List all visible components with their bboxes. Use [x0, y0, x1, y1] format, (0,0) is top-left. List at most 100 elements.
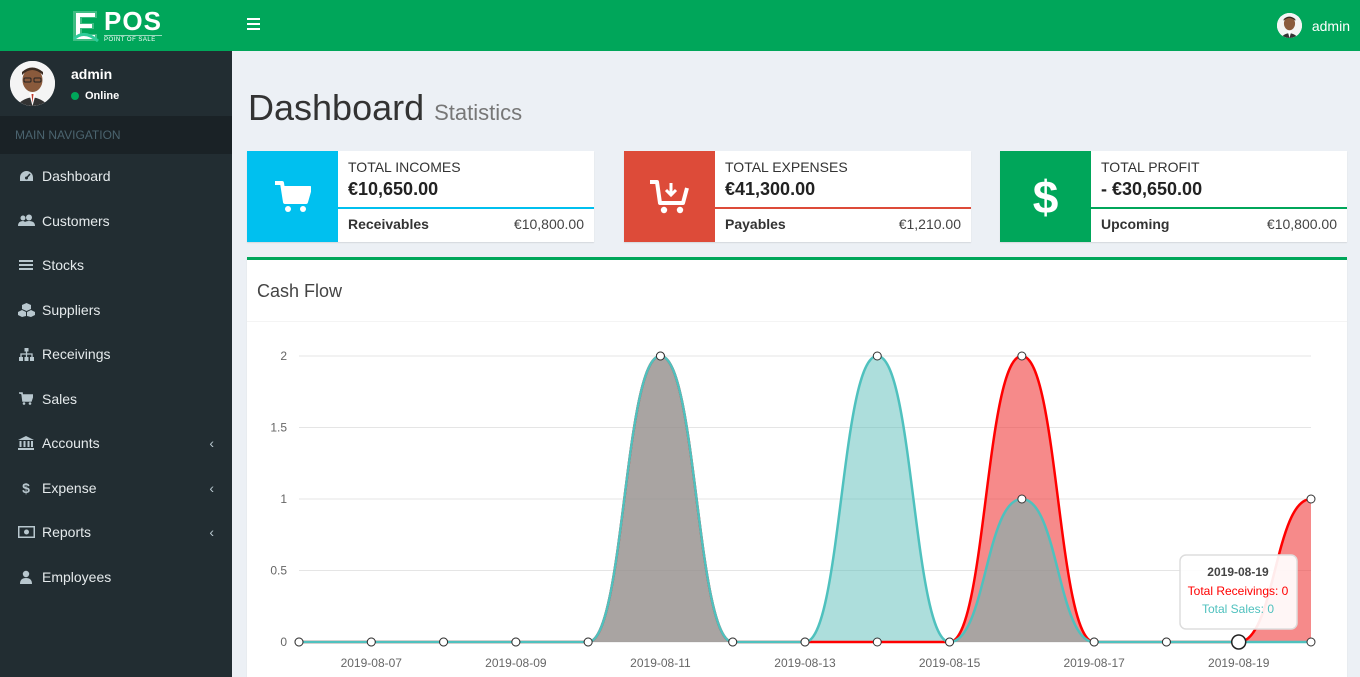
data-point — [1161, 637, 1171, 647]
cart-arrow-down-icon — [624, 151, 715, 242]
x-tick-label: 2019-08-19 — [1208, 656, 1270, 670]
sidebar-item-label: Sales — [42, 390, 78, 407]
upcoming-label: Upcoming — [1101, 216, 1170, 232]
tooltip-date: 2019-08-19 — [1207, 565, 1269, 579]
logo-icon — [72, 10, 100, 42]
profit-label: TOTAL PROFIT — [1101, 159, 1200, 175]
x-tick-label: 2019-08-07 — [341, 656, 403, 670]
avatar — [1276, 13, 1302, 38]
bank-icon — [17, 436, 35, 451]
page-title: Dashboard — [248, 87, 425, 128]
sidebar-item-label: Expense — [42, 479, 97, 496]
tooltip-sales: Total Sales: 0 — [1202, 602, 1274, 616]
data-point — [511, 637, 521, 647]
sidebar-item-label: Accounts — [42, 435, 100, 452]
list-icon — [17, 259, 35, 271]
sidebar-item-expense[interactable]: $ Expense ‹ — [0, 466, 232, 511]
chevron-left-icon: ‹ — [209, 479, 214, 496]
data-point — [872, 637, 882, 647]
menu-toggle-icon[interactable] — [247, 18, 260, 30]
user-panel: admin Online — [0, 51, 232, 116]
incomes-divider — [338, 207, 594, 209]
y-tick-label: 0 — [280, 635, 287, 649]
dollar-icon: $ — [1000, 151, 1091, 242]
receivables-label: Receivables — [348, 216, 429, 232]
data-point — [728, 637, 738, 647]
chevron-left-icon: ‹ — [209, 435, 214, 452]
sidebar-item-label: Dashboard — [42, 168, 111, 185]
top-navbar: admin — [232, 0, 1360, 51]
sidebar-item-dashboard[interactable]: Dashboard — [0, 154, 232, 199]
sidebar-item-reports[interactable]: Reports ‹ — [0, 510, 232, 555]
data-point — [294, 637, 304, 647]
highlighted-point — [1230, 634, 1247, 650]
expenses-value: €41,300.00 — [725, 179, 816, 199]
sidebar-item-label: Stocks — [42, 257, 85, 274]
avatar — [10, 61, 55, 106]
top-user-name: admin — [1311, 17, 1350, 34]
chevron-left-icon: ‹ — [209, 524, 214, 541]
payables-label: Payables — [725, 216, 786, 232]
x-tick-label: 2019-08-17 — [1063, 656, 1125, 670]
data-point — [1017, 351, 1027, 361]
incomes-label: TOTAL INCOMES — [348, 159, 461, 175]
sidebar-item-label: Employees — [42, 568, 112, 585]
avatar-icon — [10, 61, 55, 106]
user-status: Online — [71, 90, 119, 102]
data-point — [583, 637, 593, 647]
status-text: Online — [85, 89, 120, 102]
data-point — [439, 637, 449, 647]
sidebar-item-employees[interactable]: Employees — [0, 555, 232, 600]
logo[interactable]: POS POINT OF SALE — [70, 8, 162, 43]
sidebar-item-receivings[interactable]: Receivings — [0, 332, 232, 377]
y-tick-label: 1 — [280, 492, 287, 506]
cart-icon — [17, 392, 35, 406]
x-tick-label: 2019-08-13 — [774, 656, 836, 670]
sidebar-item-customers[interactable]: Customers — [0, 199, 232, 244]
sidebar-item-label: Receivings — [42, 346, 111, 363]
upcoming-value: €10,800.00 — [1266, 216, 1337, 232]
x-tick-label: 2019-08-15 — [919, 656, 981, 670]
logo-subtitle: POINT OF SALE — [104, 35, 162, 43]
sidebar-item-stocks[interactable]: Stocks — [0, 243, 232, 288]
sidebar-item-label: Customers — [42, 212, 110, 229]
y-tick-label: 1.5 — [270, 421, 287, 435]
sidebar-item-label: Reports — [42, 524, 92, 541]
money-icon — [17, 526, 35, 539]
profit-divider — [1091, 207, 1347, 209]
payables-value: €1,210.00 — [898, 216, 961, 232]
receivables-value: €10,800.00 — [513, 216, 584, 232]
data-point — [1089, 637, 1099, 647]
main-content: Dashboard Statistics TOTAL INCOMES €10,6… — [232, 51, 1360, 677]
data-point — [872, 351, 882, 361]
sidebar: POS POINT OF SALE admin Online MAIN NAVI… — [0, 0, 232, 677]
info-box-expenses: TOTAL EXPENSES €41,300.00 Payables €1,21… — [624, 151, 971, 242]
sidebar-item-suppliers[interactable]: Suppliers — [0, 288, 232, 333]
user-menu[interactable]: admin — [1276, 13, 1350, 38]
sidebar-item-accounts[interactable]: Accounts ‹ — [0, 421, 232, 466]
user-icon — [17, 570, 35, 584]
users-icon — [17, 214, 35, 227]
cash-flow-box: Cash Flow 0 0.5 1 1.5 2 2019-08-07 2019-08-09 2… — [247, 257, 1347, 677]
tooltip-receivings: Total Receivings: 0 — [1188, 584, 1289, 598]
data-point — [800, 637, 810, 647]
dashboard-icon — [17, 170, 35, 183]
data-point — [945, 637, 955, 647]
nav-header: MAIN NAVIGATION — [0, 116, 232, 154]
profit-value: - €30,650.00 — [1101, 179, 1203, 199]
dollar-icon: $ — [22, 479, 30, 496]
info-box-profit: $ TOTAL PROFIT - €30,650.00 Upcoming €10… — [1000, 151, 1347, 242]
sidebar-item-label: Suppliers — [42, 301, 101, 318]
cart-icon — [247, 151, 338, 242]
logo-bar[interactable]: POS POINT OF SALE — [0, 0, 232, 51]
cubes-icon — [17, 302, 35, 317]
user-name: admin — [71, 65, 113, 82]
cash-flow-chart[interactable]: 0 0.5 1 1.5 2 2019-08-07 2019-08-09 2019-08-11 2… — [247, 260, 1347, 677]
expenses-divider — [715, 207, 971, 209]
data-point — [1306, 494, 1316, 504]
logo-title: POS — [104, 6, 162, 36]
data-point — [366, 637, 376, 647]
sidebar-item-sales[interactable]: Sales — [0, 377, 232, 422]
page-subtitle: Statistics — [434, 100, 523, 125]
online-dot-icon — [71, 91, 79, 100]
